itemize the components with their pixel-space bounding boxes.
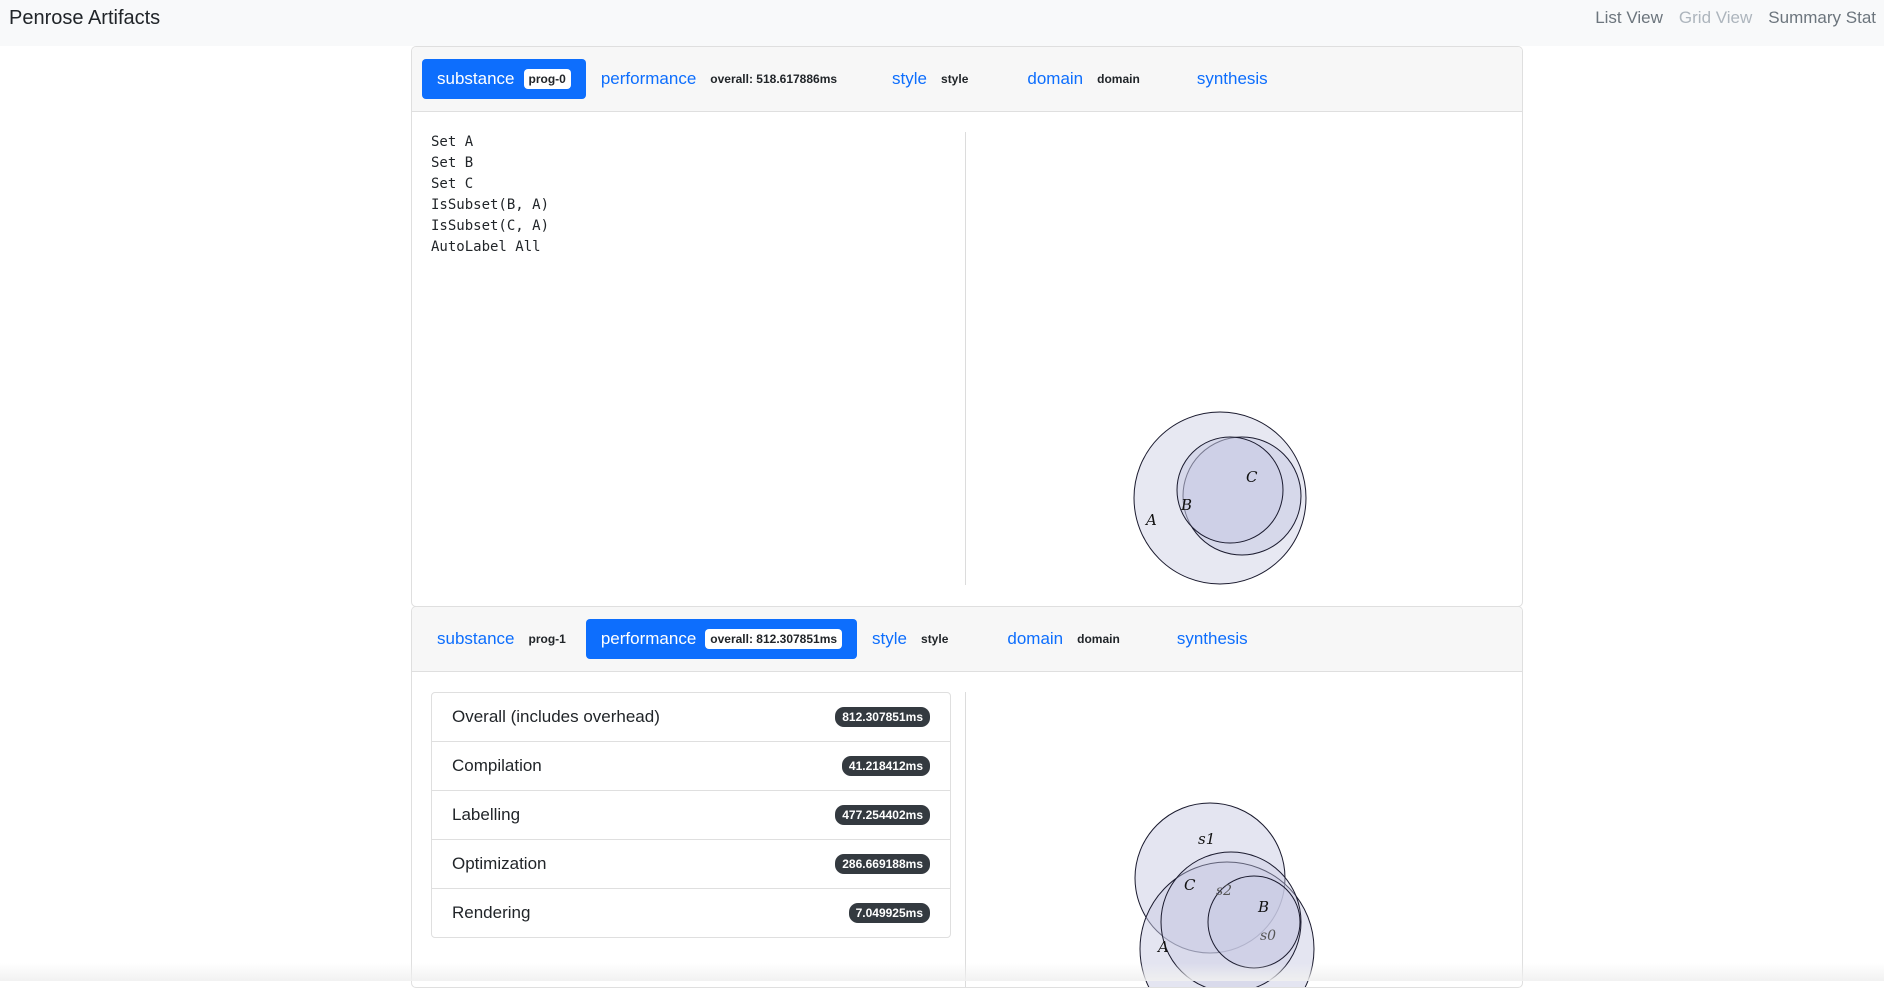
nav-link-list-view[interactable]: List View — [1595, 8, 1663, 28]
tab-label: performance — [600, 629, 697, 648]
tab-synthesis[interactable]: synthesis — [1162, 619, 1263, 659]
label-s0: s0 — [1260, 928, 1276, 944]
tab-badge: prog-1 — [528, 632, 566, 646]
label-s2: s2 — [1216, 883, 1232, 899]
card-tab-bar: substance prog-0 performance overall: 51… — [412, 47, 1522, 112]
performance-pane: Overall (includes overhead) 812.307851ms… — [431, 692, 951, 938]
nav-link-grid-view: Grid View — [1678, 8, 1753, 27]
code-line: Set A — [431, 134, 474, 150]
tab-badge: prog-0 — [523, 69, 571, 89]
venn-diagram: s1 C s2 B A s0 — [1134, 802, 1315, 987]
artifact-card-prog-1: substance prog-1 performance overall: 81… — [411, 606, 1523, 988]
tab-label: domain — [1027, 69, 1084, 88]
perf-label: Compilation — [452, 756, 542, 775]
brand-title[interactable]: Penrose Artifacts — [9, 7, 160, 30]
tab-badge: domain — [1077, 632, 1120, 646]
code-line: IsSubset(C, A) — [431, 218, 550, 234]
navbar: Penrose Artifacts List View Grid View Su… — [0, 0, 1884, 46]
code-line: Set B — [431, 155, 474, 171]
label-s1: s1 — [1198, 830, 1215, 848]
perf-row-compilation: Compilation 41.218412ms — [432, 742, 950, 791]
performance-list: Overall (includes overhead) 812.307851ms… — [431, 692, 951, 938]
label-a: A — [1156, 938, 1169, 956]
perf-label: Rendering — [452, 903, 531, 922]
tab-label: substance — [437, 69, 515, 88]
perf-label: Labelling — [452, 805, 521, 824]
tab-style[interactable]: style style — [857, 619, 968, 659]
tab-substance[interactable]: substance prog-0 — [422, 59, 586, 99]
substance-code-pane: Set A Set B Set C IsSubset(B, A) IsSubse… — [431, 132, 951, 258]
tab-performance[interactable]: performance overall: 518.617886ms — [586, 59, 857, 99]
tab-badge: style — [921, 632, 949, 646]
tab-substance[interactable]: substance prog-1 — [422, 619, 586, 659]
bottom-shadow — [0, 963, 1884, 981]
nav-links: List View Grid View Summary Stat — [1595, 8, 1876, 28]
label-b: B — [1180, 496, 1192, 514]
perf-value-badge: 41.218412ms — [841, 756, 930, 776]
artifact-card-prog-0: substance prog-0 performance overall: 51… — [411, 46, 1523, 607]
card-body: Overall (includes overhead) 812.307851ms… — [412, 672, 1522, 987]
tab-badge: overall: 812.307851ms — [705, 629, 843, 649]
tab-label: domain — [1007, 629, 1064, 648]
perf-value-badge: 286.669188ms — [835, 854, 930, 874]
perf-value-badge: 7.049925ms — [848, 903, 930, 923]
perf-value-badge: 812.307851ms — [835, 707, 930, 727]
substance-code: Set A Set B Set C IsSubset(B, A) IsSubse… — [431, 132, 951, 258]
tab-performance[interactable]: performance overall: 812.307851ms — [585, 619, 858, 659]
tab-label: synthesis — [1176, 629, 1248, 648]
tab-label: performance — [600, 69, 697, 88]
card-body: Set A Set B Set C IsSubset(B, A) IsSubse… — [412, 112, 1522, 606]
perf-label: Optimization — [452, 854, 547, 873]
set-c-circle — [1176, 436, 1284, 544]
perf-label: Overall (includes overhead) — [452, 707, 660, 726]
tab-badge: overall: 518.617886ms — [710, 72, 838, 86]
tab-badge: style — [941, 72, 969, 86]
label-c: C — [1246, 468, 1258, 486]
code-line: Set C — [431, 176, 474, 192]
label-b: B — [1257, 898, 1269, 916]
label-c: C — [1184, 876, 1196, 894]
perf-value-badge: 477.254402ms — [835, 805, 930, 825]
card-tab-bar: substance prog-1 performance overall: 81… — [412, 607, 1522, 672]
tab-domain[interactable]: domain domain — [992, 619, 1139, 659]
tab-label: style — [892, 69, 928, 88]
code-line: AutoLabel All — [431, 239, 541, 255]
tab-label: synthesis — [1196, 69, 1268, 88]
tab-label: substance — [437, 629, 515, 648]
tab-style[interactable]: style style — [877, 59, 988, 99]
perf-row-optimization: Optimization 286.669188ms — [432, 840, 950, 889]
perf-row-rendering: Rendering 7.049925ms — [432, 889, 950, 937]
tab-label: style — [872, 629, 908, 648]
tab-synthesis[interactable]: synthesis — [1182, 59, 1283, 99]
code-line: IsSubset(B, A) — [431, 197, 550, 213]
perf-row-overall: Overall (includes overhead) 812.307851ms — [432, 693, 950, 742]
venn-diagram: A B C — [1133, 411, 1307, 585]
tab-badge: domain — [1097, 72, 1140, 86]
tab-domain[interactable]: domain domain — [1012, 59, 1159, 99]
perf-row-labelling: Labelling 477.254402ms — [432, 791, 950, 840]
label-a: A — [1144, 511, 1157, 529]
nav-link-summary-stat[interactable]: Summary Stat — [1768, 8, 1876, 28]
